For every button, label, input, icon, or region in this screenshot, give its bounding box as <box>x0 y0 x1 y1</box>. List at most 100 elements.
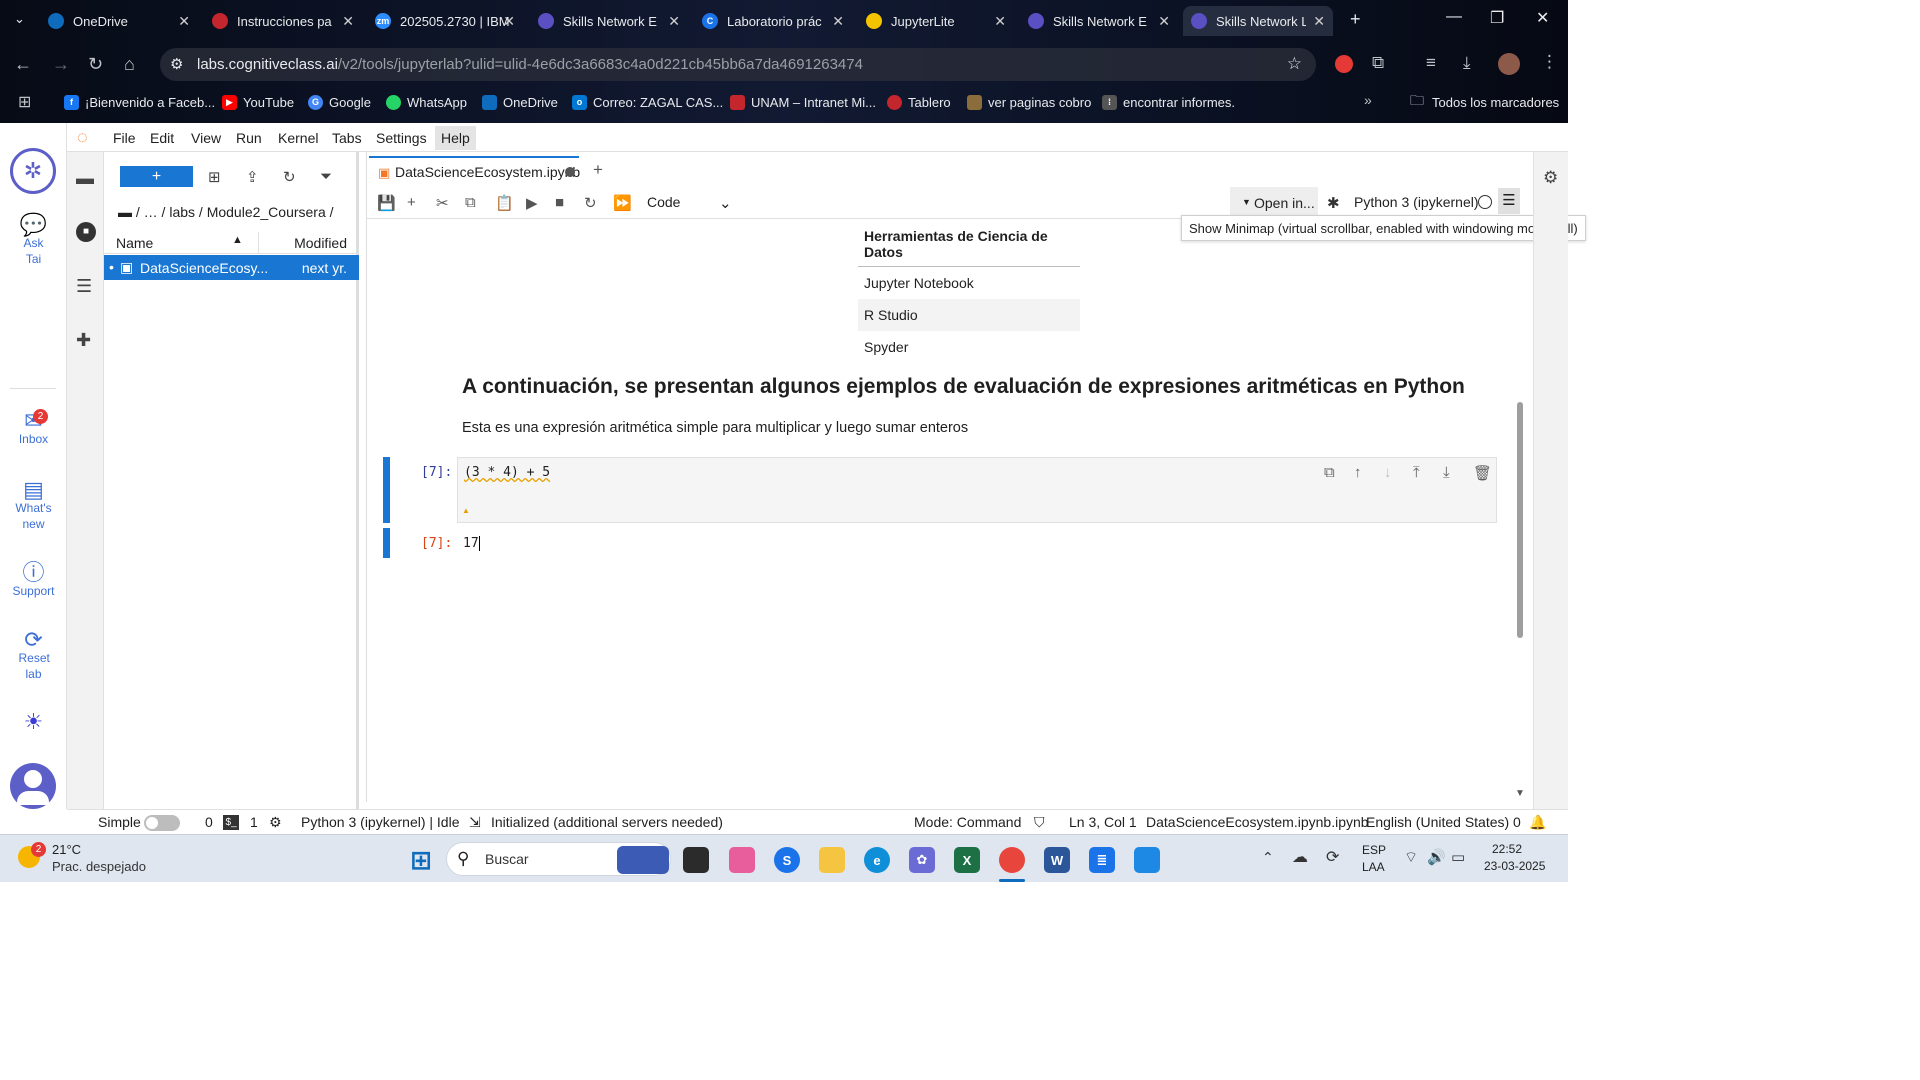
restart-icon[interactable]: ↻ <box>584 194 597 212</box>
site-info-icon[interactable]: ⚙ <box>170 55 183 73</box>
download-icon[interactable]: ⤓ <box>1463 53 1471 73</box>
apps-grid-icon[interactable]: ⊞ <box>18 92 31 112</box>
file-name[interactable]: DataScienceEcosy... <box>140 260 268 276</box>
chevron-down-icon[interactable]: ⌄ <box>719 194 732 212</box>
close-icon[interactable]: ✕ <box>1313 13 1325 30</box>
clock-time[interactable]: 22:52 <box>1492 842 1522 856</box>
column-name[interactable]: Name <box>116 235 153 251</box>
extension-icon[interactable] <box>1335 55 1353 73</box>
menu-help[interactable]: Help <box>435 126 476 150</box>
bookmark-item[interactable]: WhatsApp <box>386 93 467 111</box>
save-icon[interactable]: 💾 <box>377 194 396 212</box>
kebab-menu-icon[interactable]: ⋮ <box>1541 52 1558 72</box>
media-control-icon[interactable]: ≡ <box>1426 53 1436 73</box>
minimize-icon[interactable]: — <box>1446 8 1462 26</box>
home-folder-icon[interactable]: ▬ <box>118 204 132 220</box>
bookmark-item[interactable]: OneDrive <box>482 93 558 111</box>
table-of-contents-icon[interactable]: ☰ <box>76 276 92 297</box>
excel-icon[interactable]: X <box>954 847 980 873</box>
notepad-icon[interactable]: ≣ <box>1089 847 1115 873</box>
tab-search-chevron-icon[interactable]: ⌄ <box>14 11 25 27</box>
volume-icon[interactable]: 🔊 <box>1427 848 1446 866</box>
support-button[interactable]: ⓘ Support <box>0 562 67 599</box>
copy-icon[interactable]: ⧉ <box>465 194 476 211</box>
file-explorer-icon[interactable] <box>819 847 845 873</box>
notebook-tab[interactable]: ▣ DataScienceEcosystem.ipynb <box>369 156 580 186</box>
chevron-up-icon[interactable]: ⌃ <box>1262 849 1274 866</box>
close-icon[interactable]: ✕ <box>994 13 1006 30</box>
cut-icon[interactable]: ✂ <box>436 194 449 212</box>
kernel-count[interactable]: 1 <box>250 814 258 830</box>
lsp-status[interactable]: Initialized (additional servers needed) <box>491 814 723 830</box>
back-arrow-icon[interactable]: ← <box>14 54 32 75</box>
menu-tabs[interactable]: Tabs <box>332 130 362 146</box>
whats-new-button[interactable]: ▤ What's new <box>0 479 67 532</box>
close-icon[interactable]: ✕ <box>1158 13 1170 30</box>
vertical-scrollbar-thumb[interactable] <box>1517 402 1523 638</box>
display-language[interactable]: English (United States) <box>1366 814 1509 830</box>
task-view-icon[interactable] <box>683 847 709 873</box>
fast-forward-icon[interactable]: ⏩ <box>613 194 632 212</box>
bookmark-item[interactable]: o Correo: ZAGAL CAS... <box>572 93 723 111</box>
breadcrumb-path[interactable]: / … / labs / Module2_Coursera / <box>136 204 334 220</box>
inbox-button[interactable]: ✉ 2 Inbox <box>0 409 67 447</box>
open-in-button[interactable]: ▼ Open in... <box>1230 187 1318 217</box>
taskbar-search[interactable]: ⚲ Buscar <box>446 842 671 876</box>
insert-above-icon[interactable]: ⤒ <box>1413 464 1420 481</box>
all-bookmarks[interactable]: 🗀 Todos los marcadores <box>1410 92 1559 111</box>
new-launcher-button[interactable]: + <box>120 166 193 187</box>
terminal-count[interactable]: 0 <box>205 814 213 830</box>
paste-icon[interactable]: 📋 <box>495 194 514 212</box>
column-modified[interactable]: Modified <box>294 235 347 251</box>
minimap-toggle-icon[interactable]: ☰ <box>1498 188 1520 214</box>
bookmark-item[interactable]: UNAM – Intranet Mi... <box>730 93 876 111</box>
close-icon[interactable]: ✕ <box>668 13 680 30</box>
bookmark-item[interactable]: G Google <box>308 93 371 111</box>
input-collapser[interactable] <box>383 457 390 523</box>
ask-tai-button[interactable]: 💬 Ask Tai <box>0 214 67 267</box>
reload-icon[interactable]: ↻ <box>88 54 103 75</box>
bookmark-star-icon[interactable]: ☆ <box>1287 54 1302 74</box>
menu-kernel[interactable]: Kernel <box>278 130 318 146</box>
browser-tab-active[interactable]: Skills Network L ✕ <box>1183 6 1333 36</box>
folder-icon[interactable]: ▬ <box>76 168 94 189</box>
extensions-puzzle-icon[interactable]: ⧉ <box>1372 53 1384 73</box>
upload-icon[interactable]: ⇪ <box>246 168 259 186</box>
browser-tab[interactable]: Instrucciones pa ✕ <box>212 6 354 36</box>
word-icon[interactable]: W <box>1044 847 1070 873</box>
sort-ascending-icon[interactable]: ▲ <box>232 234 243 246</box>
input-language[interactable]: ESP <box>1362 843 1386 857</box>
run-icon[interactable]: ▶ <box>526 194 538 212</box>
user-avatar[interactable] <box>10 763 56 809</box>
unsaved-dot-icon[interactable] <box>565 167 575 177</box>
chrome-icon[interactable] <box>999 847 1025 873</box>
wifi-icon[interactable]: ⌔ <box>1404 848 1418 867</box>
browser-tab[interactable]: OneDrive ✕ <box>48 6 190 36</box>
browser-tab[interactable]: JupyterLite ✕ <box>866 6 1006 36</box>
browser-tab[interactable]: Skills Network E ✕ <box>538 6 680 36</box>
menu-settings[interactable]: Settings <box>376 130 427 146</box>
close-icon[interactable]: ✕ <box>503 13 515 30</box>
running-stop-icon[interactable]: ■ <box>76 222 96 242</box>
debugger-bug-icon[interactable]: ✱ <box>1327 194 1340 212</box>
new-folder-icon[interactable]: ⊞ <box>208 168 221 186</box>
simple-mode-toggle[interactable] <box>144 815 180 831</box>
browser-tab[interactable]: Skills Network E ✕ <box>1028 6 1170 36</box>
edge-icon[interactable]: e <box>864 847 890 873</box>
filter-icon[interactable]: ⏷ <box>320 168 332 185</box>
output-collapser[interactable] <box>383 528 390 558</box>
extension-puzzle-icon[interactable]: ✚ <box>76 330 91 351</box>
menu-edit[interactable]: Edit <box>150 130 174 146</box>
profile-avatar[interactable] <box>1498 53 1520 75</box>
move-up-icon[interactable]: ↑ <box>1354 464 1362 481</box>
battery-icon[interactable]: ▭ <box>1451 848 1465 866</box>
kernel-name[interactable]: Python 3 (ipykernel) <box>1354 194 1479 210</box>
bell-icon[interactable]: 🔔 <box>1529 814 1546 831</box>
move-down-icon[interactable]: ↓ <box>1384 464 1392 481</box>
bookmark-item[interactable]: Tablero <box>887 93 951 111</box>
windows-start-icon[interactable]: ⊞ <box>408 845 434 875</box>
cell-type-select[interactable]: Code <box>647 194 680 210</box>
duplicate-cell-icon[interactable]: ⧉ <box>1324 464 1335 481</box>
delete-cell-icon[interactable]: 🗑 <box>1473 464 1492 482</box>
notification-count[interactable]: 0 <box>1513 814 1521 830</box>
